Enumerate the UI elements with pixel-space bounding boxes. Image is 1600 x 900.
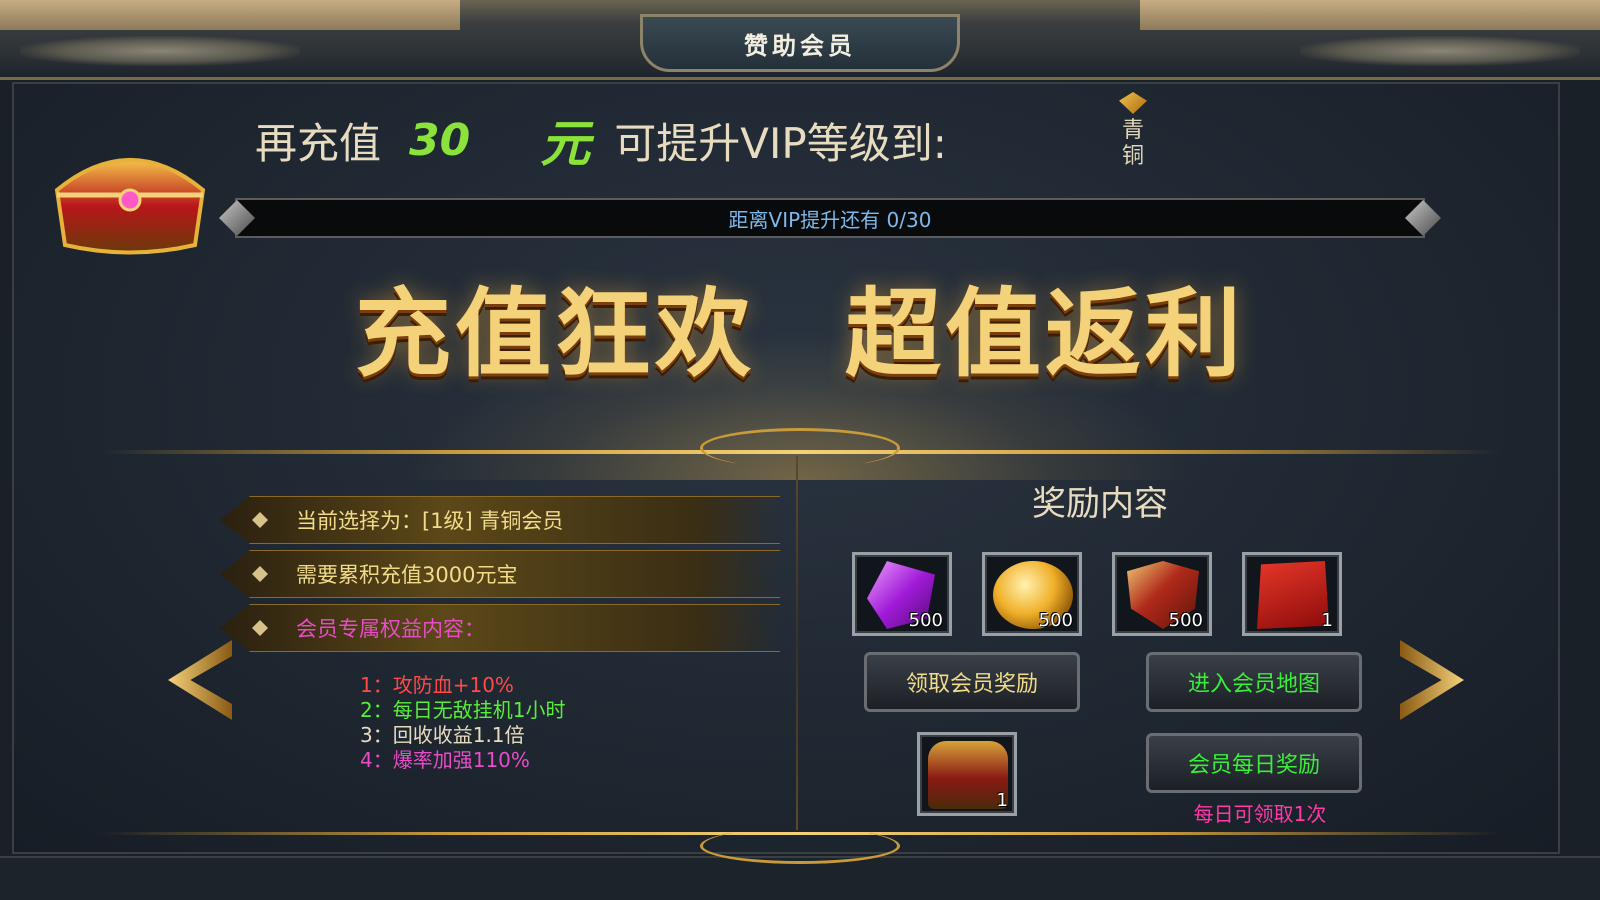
recharge-unit: 元: [540, 115, 591, 173]
vip-target-badge: 青铜: [1115, 92, 1151, 170]
diamond-bullet-icon: [252, 566, 268, 582]
perk-item: 2：每日无敌挂机1小时: [360, 698, 566, 722]
perk-item: 3：回收收益1.1倍: [360, 723, 525, 747]
window-title-plate: 赞助会员: [640, 14, 960, 72]
info-row-selected: 当前选择为：[1级] 青铜会员: [220, 496, 780, 544]
diamond-bullet-icon: [252, 620, 268, 636]
vip-gem-icon: [1119, 92, 1147, 114]
info-row-perks-title: 会员专属权益内容：: [220, 604, 780, 652]
reward-qty: 500: [1168, 610, 1203, 631]
reward-qty: 1: [1321, 610, 1333, 631]
perks-list: 1：攻防血+10% 2：每日无敌挂机1小时 3：回收收益1.1倍 4：爆率加强1…: [360, 673, 565, 773]
ornament-left-icon: [20, 36, 300, 66]
reward-slot-coin[interactable]: 500: [982, 552, 1082, 636]
reward-slot-envelope[interactable]: 1: [1242, 552, 1342, 636]
promo-banner: 充值狂欢 超值返利: [200, 255, 1400, 395]
diamond-bullet-icon: [252, 512, 268, 528]
daily-reward-button[interactable]: 会员每日奖励: [1146, 733, 1362, 793]
window-title: 赞助会员: [744, 31, 856, 60]
treasure-chest-icon: [54, 158, 206, 255]
window-header: 赞助会员: [0, 0, 1600, 80]
info-row-requirement: 需要累积充值3000元宝: [220, 550, 780, 598]
perks-title: 会员专属权益内容：: [296, 617, 485, 641]
reward-qty: 1: [996, 790, 1008, 811]
header-decoration-right: [1140, 0, 1600, 30]
reward-slot-shield[interactable]: 500: [1112, 552, 1212, 636]
reward-qty: 500: [1038, 610, 1073, 631]
divider-ornament-bottom: [700, 828, 900, 864]
reward-slot-gem[interactable]: 500: [852, 552, 952, 636]
divider-vertical: [796, 456, 798, 830]
banner-text-left: 充值狂欢: [355, 276, 755, 390]
recharge-prefix: 再充值: [255, 118, 382, 168]
banner-text-right: 超值返利: [845, 276, 1245, 390]
vip-target-level: 青铜: [1121, 118, 1144, 169]
reward-title: 奖励内容: [1032, 484, 1168, 524]
requirement-text: 需要累积充值3000元宝: [296, 563, 518, 587]
claim-reward-button[interactable]: 领取会员奖励: [864, 652, 1080, 712]
perk-item: 4：爆率加强110%: [360, 748, 530, 772]
reward-qty: 500: [908, 610, 943, 631]
recharge-prompt: 再充值 30 元 可提升VIP等级到:: [255, 110, 947, 174]
progress-text: 距离VIP提升还有 0/30: [728, 208, 932, 232]
selected-level-text: 当前选择为：[1级] 青铜会员: [296, 509, 564, 533]
daily-note: 每日可领取1次: [1193, 802, 1327, 826]
enter-map-button[interactable]: 进入会员地图: [1146, 652, 1362, 712]
recharge-suffix: 可提升VIP等级到:: [614, 118, 947, 168]
vip-progress-bar: 距离VIP提升还有 0/30: [215, 196, 1445, 240]
recharge-amount: 30: [409, 114, 471, 166]
divider-ornament-top: [700, 428, 900, 468]
perk-item: 1：攻防血+10%: [360, 673, 514, 697]
header-decoration-left: [0, 0, 460, 30]
ornament-right-icon: [1300, 36, 1580, 66]
daily-chest-slot[interactable]: 1: [917, 732, 1017, 816]
